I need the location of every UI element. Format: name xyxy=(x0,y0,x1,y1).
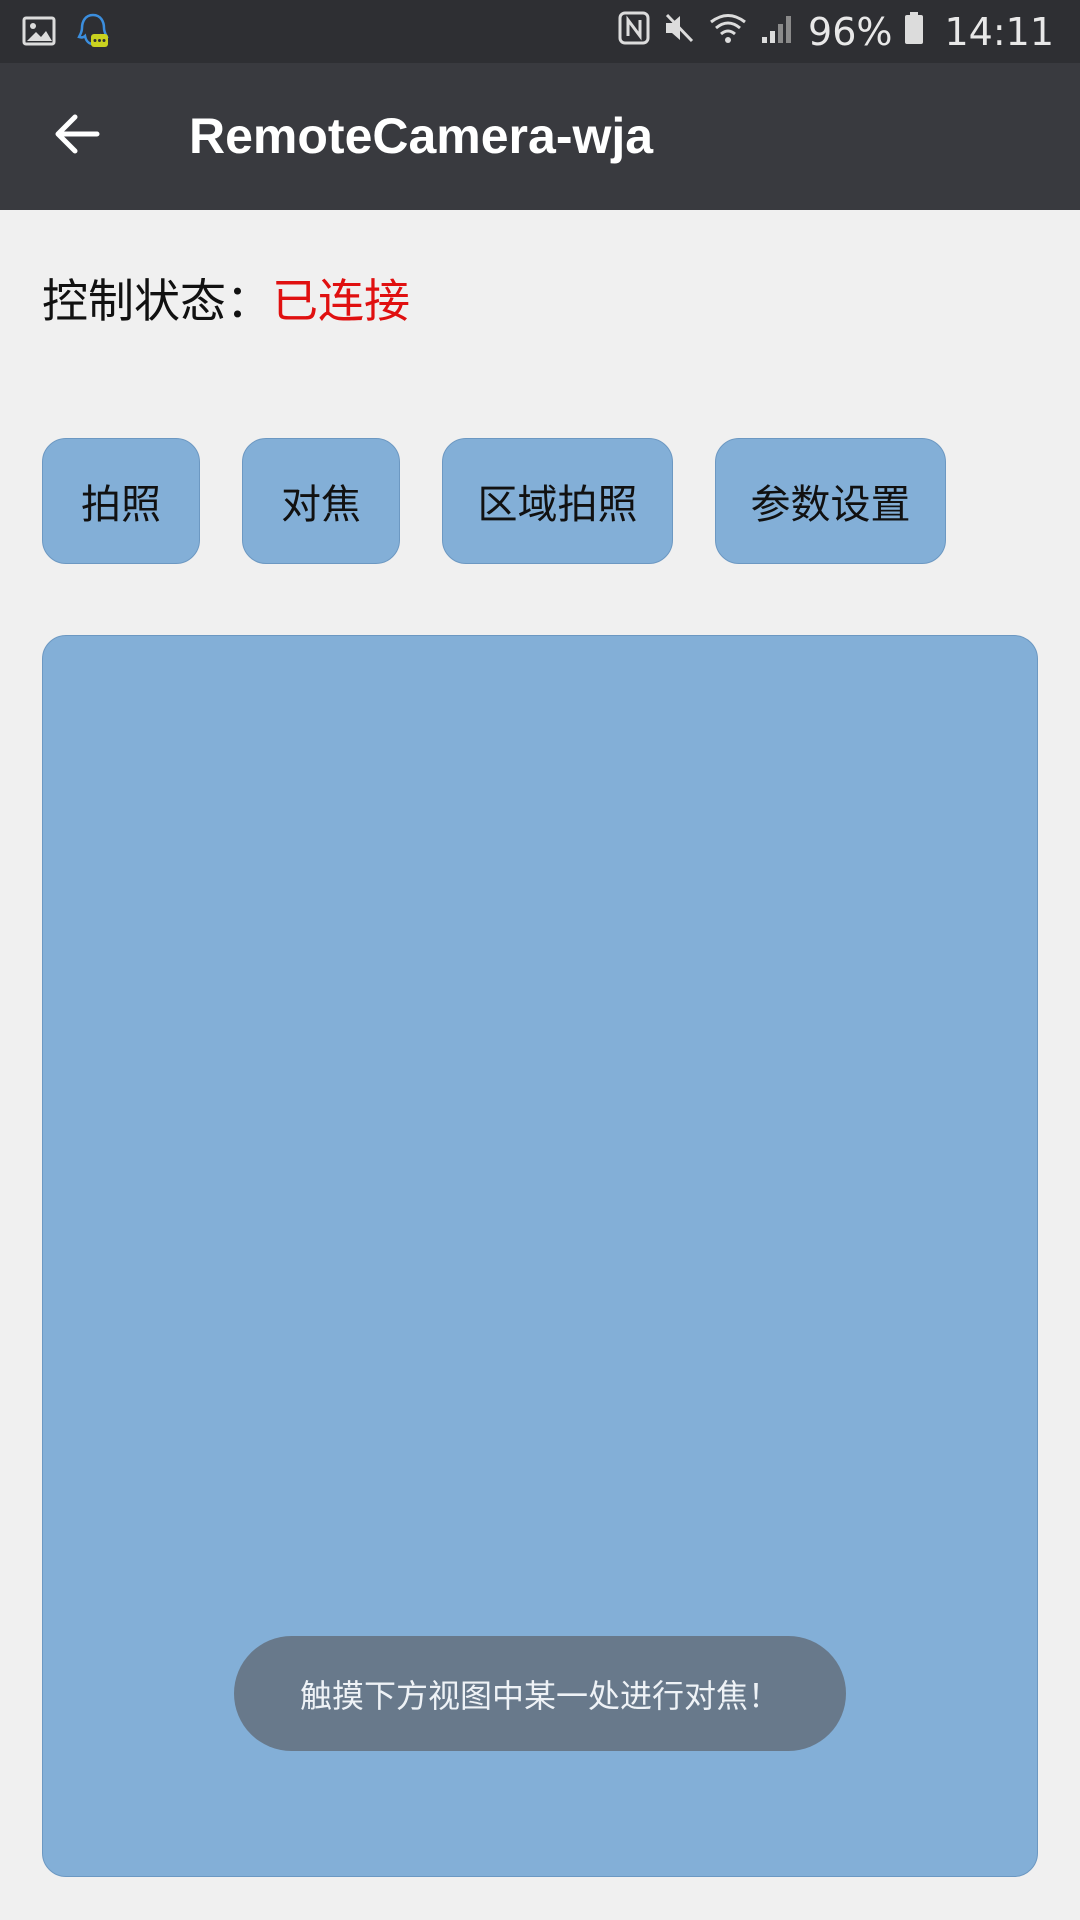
signal-icon xyxy=(760,10,792,54)
battery-icon xyxy=(904,10,924,54)
take-photo-button[interactable]: 拍照 xyxy=(42,438,200,564)
status-right-icons: 96% 14:11 xyxy=(618,0,1054,63)
settings-button[interactable]: 参数设置 xyxy=(715,438,946,564)
status-bar: 96% 14:11 xyxy=(0,0,1080,63)
back-button[interactable] xyxy=(42,101,112,171)
clock: 14:11 xyxy=(944,9,1054,54)
mute-icon xyxy=(662,10,696,54)
arrow-back-icon xyxy=(53,112,101,160)
region-photo-button[interactable]: 区域拍照 xyxy=(442,438,673,564)
app-bar: RemoteCamera-wja xyxy=(0,63,1080,210)
qq-chat-notification-icon xyxy=(76,12,110,54)
control-status-value: 已连接 xyxy=(272,274,410,328)
status-left-icons xyxy=(22,12,110,54)
battery-percent: 96% xyxy=(808,9,893,54)
nfc-icon xyxy=(618,10,650,54)
app-title: RemoteCamera-wja xyxy=(189,108,654,164)
toast-message: 触摸下方视图中某一处进行对焦！ xyxy=(234,1636,846,1751)
control-status: 控制状态：已连接 xyxy=(42,265,410,331)
control-status-label: 控制状态： xyxy=(42,274,272,328)
focus-button[interactable]: 对焦 xyxy=(242,438,400,564)
image-icon xyxy=(22,14,56,52)
wifi-icon xyxy=(708,10,748,54)
